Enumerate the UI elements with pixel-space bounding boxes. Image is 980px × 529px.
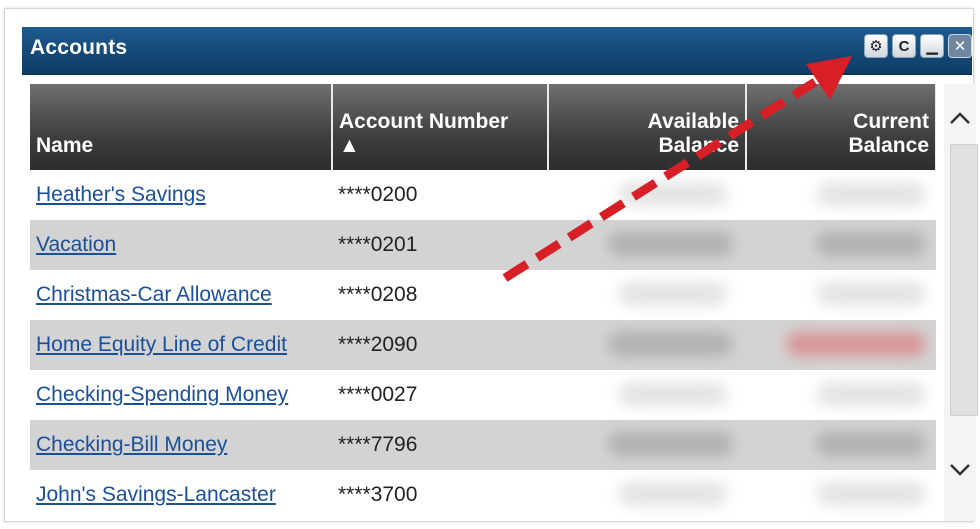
accounts-grid: Name Account Number ▲ Available Balance … — [30, 84, 936, 521]
column-header-available-balance[interactable]: Available Balance — [548, 84, 747, 170]
account-number: ****0027 — [338, 383, 418, 406]
gear-icon[interactable]: ⚙ — [864, 34, 888, 58]
account-number: ****0208 — [338, 283, 418, 306]
minimize-icon[interactable]: ▁ — [920, 34, 944, 58]
account-link[interactable]: Vacation — [36, 233, 116, 256]
account-number: ****7796 — [332, 420, 548, 470]
account-link[interactable]: Heather's Savings — [36, 183, 206, 206]
current-balance-redacted — [746, 420, 936, 470]
current-balance-redacted — [746, 170, 936, 220]
account-link[interactable]: Christmas-Car Allowance — [36, 283, 272, 306]
account-number: ****3700 — [338, 483, 418, 506]
available-balance-redacted — [548, 220, 746, 270]
account-link[interactable]: Home Equity Line of Credit — [36, 333, 287, 356]
account-link[interactable]: Checking-Spending Money — [36, 383, 288, 406]
available-balance-redacted — [548, 170, 746, 220]
current-balance-redacted — [746, 220, 936, 270]
panel-titlebar: Accounts ⚙ C ▁ ✕ — [22, 27, 972, 75]
account-number: ****2090 — [332, 320, 548, 370]
column-header-account-number[interactable]: Account Number ▲ — [332, 84, 549, 170]
column-header-name[interactable]: Name — [30, 84, 333, 170]
column-header-current-balance[interactable]: Current Balance — [746, 84, 936, 170]
account-number: ****0201 — [332, 220, 548, 270]
available-balance-redacted — [548, 470, 746, 520]
refresh-icon[interactable]: C — [892, 34, 916, 58]
close-icon[interactable]: ✕ — [948, 34, 972, 58]
available-balance-redacted — [548, 370, 746, 420]
current-balance-redacted — [746, 320, 936, 370]
scrollbar-thumb[interactable] — [950, 144, 978, 416]
account-number: ****0200 — [338, 183, 418, 206]
available-balance-redacted — [548, 320, 746, 370]
panel-toolbar: ⚙ C ▁ ✕ — [864, 34, 972, 58]
available-balance-redacted — [548, 420, 746, 470]
table-row: Vacation ****0201 — [30, 220, 936, 270]
current-balance-redacted — [746, 370, 936, 420]
chevron-up-icon[interactable] — [944, 98, 976, 138]
table-row: Christmas-Car Allowance ****0208 — [30, 270, 936, 320]
current-balance-redacted — [746, 270, 936, 320]
sort-ascending-icon: ▲ — [339, 134, 360, 157]
account-link[interactable]: John's Savings-Lancaster — [36, 483, 276, 506]
panel-title: Accounts — [30, 36, 128, 59]
available-balance-redacted — [548, 270, 746, 320]
table-row: Checking-Bill Money ****7796 — [30, 420, 936, 470]
table-row: John's Savings-Lancaster ****3700 — [30, 470, 936, 520]
chevron-down-icon[interactable] — [944, 450, 976, 490]
table-row: Home Equity Line of Credit ****2090 — [30, 320, 936, 370]
table-row: Heather's Savings ****0200 — [30, 170, 936, 220]
account-link[interactable]: Checking-Bill Money — [36, 433, 227, 456]
current-balance-redacted — [746, 470, 936, 520]
vertical-scrollbar[interactable] — [944, 84, 978, 521]
accounts-table: Name Account Number ▲ Available Balance … — [30, 84, 936, 520]
table-header-row: Name Account Number ▲ Available Balance … — [30, 84, 936, 170]
table-row: Checking-Spending Money ****0027 — [30, 370, 936, 420]
